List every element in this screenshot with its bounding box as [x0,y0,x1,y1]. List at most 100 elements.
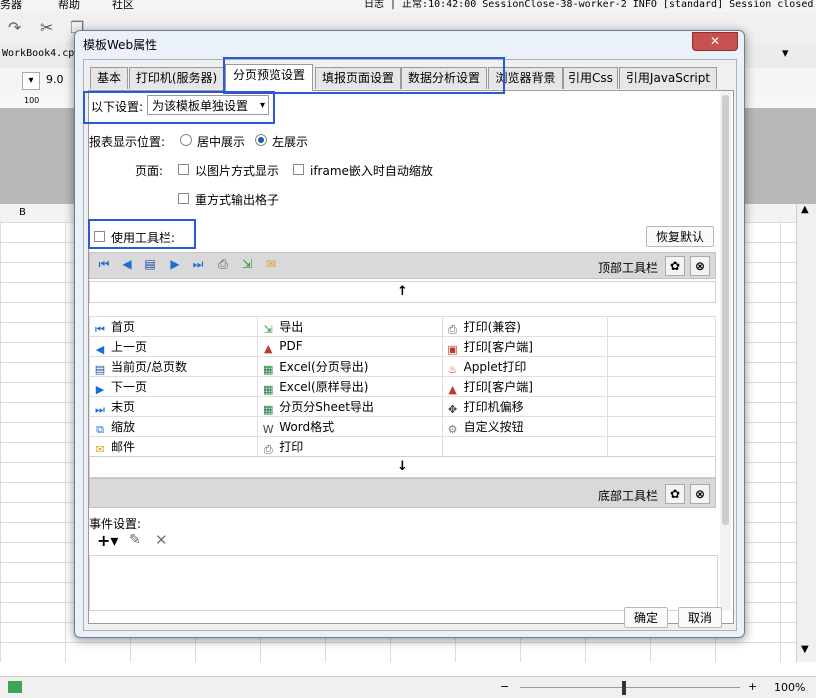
page-count-icon[interactable]: ▤ [142,256,158,272]
export-icon[interactable]: ⇲ [239,256,255,272]
tab-fill-page[interactable]: 填报页面设置 [315,67,401,89]
toolbar-item-cell[interactable]: W Word格式 [257,416,443,437]
tab-basic[interactable]: 基本 [90,67,128,89]
toolbar-item-row: ▶ 下一页 ▦ Excel(原样导出) ▲ 打印[客户端] [88,376,717,397]
workbook-tab[interactable]: WorkBook4.cpt [2,48,80,59]
content-scrollbar[interactable] [720,91,731,611]
tab-printer-server[interactable]: 打印机(服务器) [129,67,224,89]
toolbar-item-cell[interactable]: ⏭ 末页 [88,396,259,417]
tab-javascript[interactable]: 引用JavaScript [619,67,717,89]
toolbar-item-cell[interactable]: ✥ 打印机偏移 [441,396,608,417]
toolbar-item-label: 当前页/总页数 [111,359,188,374]
toolbar-item-cell[interactable]: ▦ 分页分Sheet导出 [257,396,443,417]
toolbar-item-label: Word格式 [279,419,335,434]
toolbar-item-label: Applet打印 [463,359,527,374]
print-client-icon: ▣ [447,342,458,356]
next-page-icon[interactable]: ▶ [167,256,183,272]
export-icon: ⇲ [263,322,273,336]
tab-css[interactable]: 引用Css [563,67,618,89]
zoom-slider-track[interactable] [520,687,740,688]
ok-button[interactable]: 确定 [624,607,668,628]
checkbox-image-display[interactable] [178,164,189,175]
font-dropdown-icon[interactable]: ▾ [22,72,40,90]
toolbar-item-label: Excel(分页导出) [279,359,369,374]
toolbar-empty-cell [606,336,717,357]
menu-server[interactable]: 务器 [0,0,22,10]
redo-icon[interactable]: ↷ [8,18,21,37]
tab-menu-icon[interactable]: ▾ [782,46,789,61]
toolbar-item-cell[interactable]: ▦ Excel(分页导出) [257,356,443,377]
event-list[interactable] [89,555,718,611]
checkbox-use-toolbar[interactable] [94,231,105,242]
delete-event-icon[interactable]: ✕ [155,531,168,549]
cancel-button[interactable]: 取消 [678,607,722,628]
toolbar-item-cell[interactable]: ♨ Applet打印 [441,356,608,377]
toolbar-item-cell[interactable]: ▤ 当前页/总页数 [88,356,259,377]
toolbar-empty-cell [606,396,717,417]
top-toolbar-close-icon[interactable]: ⊗ [690,256,710,276]
menu-community[interactable]: 社区 [112,0,134,10]
bottom-toolbar-strip[interactable]: 底部工具栏 ✿ ⊗ [89,478,716,508]
page-count-icon: ▤ [94,362,106,376]
status-log-text: 日志 | 正常:10:42:00 SessionClose-38-worker-… [364,0,814,10]
toolbar-item-cell[interactable]: ▣ 打印[客户端] [441,336,608,357]
top-toolbar-settings-icon[interactable]: ✿ [665,256,685,276]
toolbar-item-cell[interactable]: ⚙ 自定义按钮 [441,416,608,437]
tab-pagination-preview[interactable]: 分页预览设置 [225,64,313,91]
toolbar-item-cell[interactable]: ▲ 打印[客户端] [441,376,608,397]
toolbar-item-cell[interactable]: ⧉ 缩放 [88,416,259,437]
tab-data-analysis[interactable]: 数据分析设置 [401,67,487,89]
email-icon[interactable]: ✉ [263,256,279,272]
last-page-icon[interactable]: ⏭ [190,256,206,272]
edit-event-icon[interactable]: ✎ [129,532,141,548]
dialog-close-button[interactable]: ✕ [692,32,738,51]
move-down-button[interactable]: ↓ [89,456,716,478]
radio-left[interactable] [255,134,267,146]
top-toolbar-strip[interactable]: ⏮ ◀ ▤ ▶ ⏭ ⎙ ⇲ ✉ 顶部工具栏 ✿ ⊗ [89,252,716,279]
menu-help[interactable]: 帮助 [58,0,80,10]
scroll-down-icon[interactable]: ▼ [801,644,809,655]
first-page-icon: ⏮ [95,322,105,336]
toolbar-item-cell[interactable]: ⇲ 导出 [257,316,443,337]
font-size-field[interactable]: 9.0 [46,73,64,86]
toolbar-item-cell[interactable]: ▶ 下一页 [88,376,259,397]
zoom-in-button[interactable]: + [748,680,757,693]
toolbar-item-cell[interactable]: ▲ PDF [257,336,443,357]
use-toolbar-label: 使用工具栏: [111,231,176,245]
cut-icon[interactable]: ✂ [40,18,53,37]
add-event-icon[interactable]: +▾ [97,531,118,550]
toolbar-item-cell[interactable]: ⏮ 首页 [88,316,259,337]
zoom-out-button[interactable]: − [500,680,509,693]
tab-browser-background[interactable]: 浏览器背景 [488,67,563,89]
scroll-up-icon[interactable]: ▲ [801,204,809,215]
bottom-toolbar-close-icon[interactable]: ⊗ [690,484,710,504]
settings-select[interactable]: 为该模板单独设置 ▾ [147,95,269,115]
first-page-icon[interactable]: ⏮ [96,256,112,272]
zoom-slider-handle[interactable] [622,681,626,695]
radio-center[interactable] [180,134,192,146]
toolbar-item-cell[interactable]: ▦ Excel(原样导出) [257,376,443,397]
restore-default-button[interactable]: 恢复默认 [646,226,714,247]
print-icon[interactable]: ⎙ [215,256,231,272]
bottom-toolbar-settings-icon[interactable]: ✿ [665,484,685,504]
toolbar-item-cell[interactable]: ✉ 邮件 [88,436,259,457]
toolbar-item-cell[interactable]: ⎙ 打印(兼容) [441,316,608,337]
vertical-scrollbar[interactable]: ▲ ▼ [796,204,816,662]
toolbar-empty-cell [606,356,717,377]
toolbar-item-cell[interactable]: ◀ 上一页 [88,336,259,357]
move-up-button[interactable]: ↑ [89,281,716,303]
excel-sheet-icon: ▦ [263,402,274,416]
toolbar-empty-cell [606,316,717,337]
radio-center-label: 居中展示 [197,135,246,149]
toolbar-item-row: ⏮ 首页 ⇲ 导出 ⎙ 打印(兼容) [88,316,717,337]
bottom-toolbar-label: 底部工具栏 [598,489,659,503]
toolbar-item-cell[interactable]: ⎙ 打印 [257,436,443,457]
previous-page-icon: ◀ [95,342,105,356]
toolbar-item-label: 缩放 [111,419,136,434]
toolbar-items-table: ⏮ 首页 ⇲ 导出 ⎙ 打印(兼容) ◀ 上一页 ▲ PDF ▣ 打印[客户端] ▤ 当前页/总页数 ▦ Ex… [88,316,717,457]
content-scrollbar-thumb[interactable] [722,95,729,525]
previous-page-icon[interactable]: ◀ [119,256,135,272]
checkbox-grid-output[interactable] [178,193,189,204]
checkbox-iframe-zoom[interactable] [293,164,304,175]
last-page-icon: ⏭ [95,402,105,416]
